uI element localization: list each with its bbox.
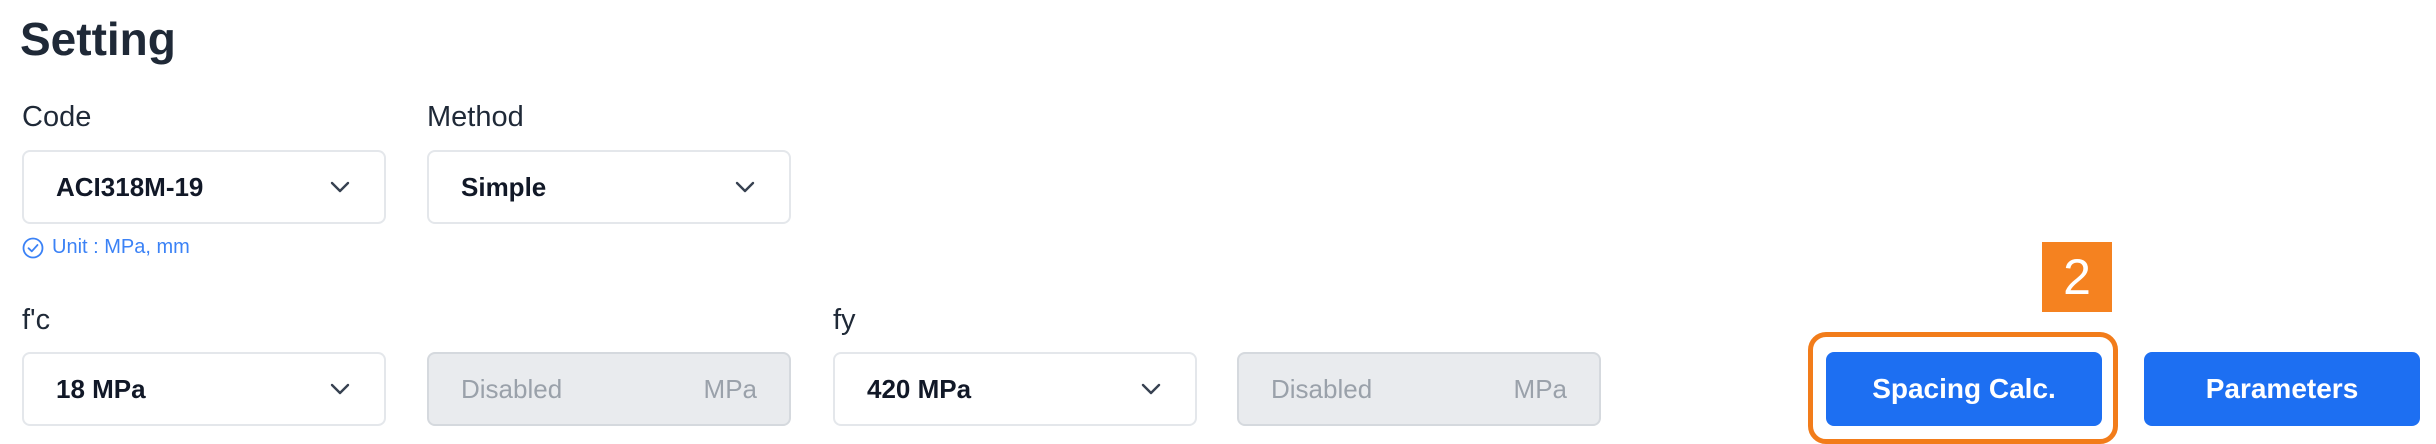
chevron-down-icon: [733, 175, 757, 199]
fy-label: fy: [833, 304, 856, 336]
chevron-down-icon: [328, 377, 352, 401]
method-select[interactable]: Simple: [427, 150, 791, 224]
step-badge: 2: [2042, 242, 2112, 312]
fy-select[interactable]: 420 MPa: [833, 352, 1197, 426]
code-select-value: ACI318M-19: [56, 171, 204, 202]
fy-custom-unit: MPa: [1513, 373, 1567, 404]
fc-select[interactable]: 18 MPa: [22, 352, 386, 426]
method-select-value: Simple: [461, 171, 547, 202]
check-circle-icon: [22, 237, 44, 259]
fy-custom-placeholder: Disabled: [1271, 373, 1373, 404]
page-title: Setting: [20, 13, 176, 65]
code-label: Code: [22, 101, 92, 133]
fc-custom-input: Disabled MPa: [427, 352, 791, 426]
fy-custom-input: Disabled MPa: [1237, 352, 1601, 426]
fc-label: f'c: [22, 304, 51, 336]
fc-custom-unit: MPa: [703, 373, 757, 404]
code-select[interactable]: ACI318M-19: [22, 150, 386, 224]
chevron-down-icon: [1139, 377, 1163, 401]
unit-note: Unit : MPa, mm: [22, 236, 190, 259]
fc-select-value: 18 MPa: [56, 373, 146, 404]
parameters-button[interactable]: Parameters: [2144, 352, 2420, 426]
unit-note-text: Unit : MPa, mm: [52, 236, 190, 258]
spacing-calc-button[interactable]: Spacing Calc.: [1826, 352, 2102, 426]
fy-select-value: 420 MPa: [867, 373, 972, 404]
chevron-down-icon: [328, 175, 352, 199]
method-label: Method: [427, 101, 524, 133]
fc-custom-placeholder: Disabled: [461, 373, 563, 404]
